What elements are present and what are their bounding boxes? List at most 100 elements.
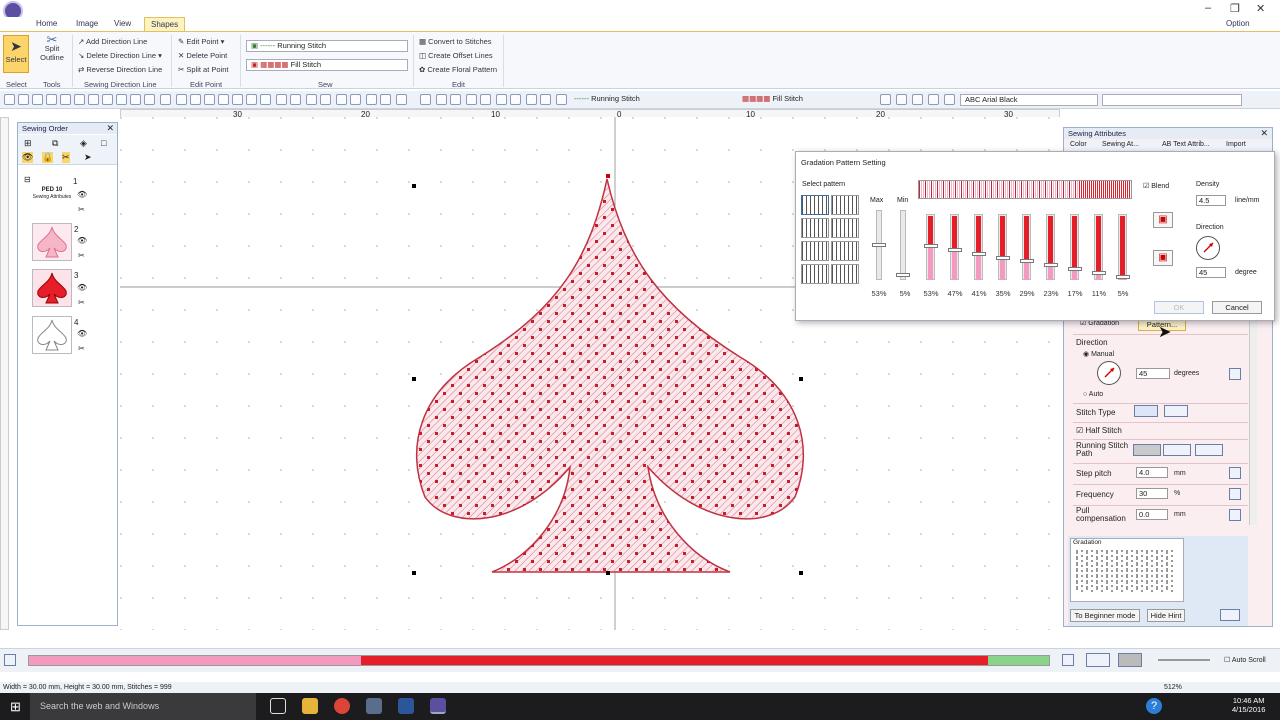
pull-compensation-apply-icon[interactable] bbox=[1229, 509, 1241, 521]
visibility-icon[interactable]: 👁 bbox=[77, 236, 87, 245]
toolbar-tool-icon-30[interactable] bbox=[436, 94, 447, 105]
toolbar-tool-icon-39[interactable] bbox=[880, 94, 891, 105]
pattern-option[interactable] bbox=[801, 195, 829, 215]
text-input[interactable] bbox=[1102, 94, 1242, 106]
level-knob[interactable] bbox=[972, 252, 986, 256]
embroidery-app-icon[interactable] bbox=[430, 698, 446, 714]
add-direction-line-button[interactable]: ↗ Add Direction Line bbox=[78, 37, 147, 46]
direction-apply-icon[interactable] bbox=[1229, 368, 1241, 380]
create-offset-lines-button[interactable]: ◫ Create Offset Lines bbox=[419, 51, 493, 60]
pattern-option[interactable] bbox=[831, 218, 859, 238]
timeline-end-icon[interactable] bbox=[1062, 654, 1074, 666]
cut-icon[interactable]: ✂ bbox=[78, 344, 85, 353]
step-pitch-input[interactable]: 4.0 bbox=[1136, 467, 1168, 478]
speed-slider[interactable] bbox=[1158, 659, 1210, 661]
level-knob[interactable] bbox=[1116, 275, 1130, 279]
lock-icon[interactable]: 🔒 bbox=[42, 152, 54, 163]
tab-text-attributes[interactable]: AB Text Attrib... bbox=[1162, 141, 1210, 148]
font-select[interactable]: ABC Arial Black bbox=[960, 94, 1098, 106]
toolbar-tool-icon-34[interactable] bbox=[496, 94, 507, 105]
pattern-option[interactable] bbox=[831, 195, 859, 215]
toolbar-tool-icon-6[interactable] bbox=[74, 94, 85, 105]
path-option-3-icon[interactable] bbox=[1195, 444, 1223, 456]
hint-settings-icon[interactable] bbox=[1220, 609, 1240, 621]
level-slider-3[interactable] bbox=[972, 214, 986, 280]
level-slider-9[interactable] bbox=[1116, 214, 1130, 280]
toolbar-tool-icon-42[interactable] bbox=[928, 94, 939, 105]
toolbar-tool-icon-18[interactable] bbox=[246, 94, 257, 105]
step-pitch-apply-icon[interactable] bbox=[1229, 467, 1241, 479]
visibility-icon[interactable]: 👁 bbox=[77, 190, 87, 199]
create-floral-pattern-button[interactable]: ✿ Create Floral Pattern bbox=[419, 65, 497, 74]
windows-start-icon[interactable]: ⊞ bbox=[10, 700, 23, 713]
pointer-icon[interactable]: ➤ bbox=[84, 152, 92, 163]
direction-dial[interactable] bbox=[1097, 361, 1121, 385]
toolbar-tool-icon-5[interactable] bbox=[60, 94, 71, 105]
sewing-item-4[interactable] bbox=[32, 316, 72, 354]
option-menu[interactable]: Option bbox=[1220, 17, 1256, 31]
toolbar-tool-icon-13[interactable] bbox=[176, 94, 187, 105]
eye-icon[interactable]: 👁 bbox=[22, 152, 34, 163]
frame-icon[interactable]: □ bbox=[101, 138, 106, 148]
dialog-direction-dial[interactable] bbox=[1196, 236, 1220, 260]
toolbar-tool-icon-27[interactable] bbox=[380, 94, 391, 105]
level-knob[interactable] bbox=[1044, 263, 1058, 267]
color-end-icon[interactable]: ▣ bbox=[1153, 250, 1173, 266]
pattern-option[interactable] bbox=[801, 264, 829, 284]
auto-radio[interactable]: ○ Auto bbox=[1083, 391, 1103, 398]
toolbar-tool-icon-28[interactable] bbox=[396, 94, 407, 105]
close-icon[interactable]: ✕ bbox=[1256, 2, 1265, 15]
running-stitch-select[interactable]: ▣ ------ Running Stitch bbox=[246, 40, 408, 52]
toolbar-tool-icon-37[interactable] bbox=[540, 94, 551, 105]
toolbar-tool-icon-21[interactable] bbox=[290, 94, 301, 105]
running-stitch-quick-select[interactable]: ------ Running Stitch bbox=[570, 94, 708, 106]
toolbar-tool-icon-22[interactable] bbox=[306, 94, 317, 105]
pattern-option[interactable] bbox=[831, 264, 859, 284]
cut-icon[interactable]: ✂ bbox=[78, 298, 85, 307]
fill-stitch-quick-select[interactable]: ▦▦▦▦ Fill Stitch bbox=[738, 94, 876, 106]
path-option-1-icon[interactable] bbox=[1133, 444, 1161, 456]
min-slider[interactable] bbox=[896, 210, 910, 280]
toolbar-tool-icon-25[interactable] bbox=[350, 94, 361, 105]
pattern-option[interactable] bbox=[801, 241, 829, 261]
stitch-type-parallel-icon[interactable] bbox=[1134, 405, 1158, 417]
toolbar-tool-icon-2[interactable] bbox=[18, 94, 29, 105]
toolbar-tool-icon-15[interactable] bbox=[204, 94, 215, 105]
level-slider-4[interactable] bbox=[996, 214, 1010, 280]
toolbar-tool-icon-8[interactable] bbox=[102, 94, 113, 105]
level-slider-1[interactable] bbox=[924, 214, 938, 280]
sewing-item-1[interactable]: PED 10 Sewing Attributes bbox=[32, 187, 72, 201]
tab-import[interactable]: Import bbox=[1226, 141, 1246, 148]
select-button[interactable]: ➤ Select bbox=[3, 35, 29, 73]
edit-point-button[interactable]: ✎ Edit Point ▾ bbox=[178, 37, 224, 46]
tab-home[interactable]: Home bbox=[30, 17, 63, 31]
frequency-apply-icon[interactable] bbox=[1229, 488, 1241, 500]
toolbar-tool-icon-9[interactable] bbox=[116, 94, 127, 105]
level-slider-7[interactable] bbox=[1068, 214, 1082, 280]
split-at-point-button[interactable]: ✂ Split at Point bbox=[178, 65, 228, 74]
frequency-input[interactable]: 30 bbox=[1136, 488, 1168, 499]
hide-hint-button[interactable]: Hide Hint bbox=[1147, 609, 1185, 622]
level-knob[interactable] bbox=[1092, 271, 1106, 275]
stop-icon[interactable] bbox=[1118, 653, 1142, 667]
toolbar-tool-icon-17[interactable] bbox=[232, 94, 243, 105]
toolbar-tool-icon-41[interactable] bbox=[912, 94, 923, 105]
level-slider-2[interactable] bbox=[948, 214, 962, 280]
max-slider[interactable] bbox=[872, 210, 886, 280]
split-outline-button[interactable]: ✂ Split Outline bbox=[36, 33, 68, 62]
toolbar-tool-icon-14[interactable] bbox=[190, 94, 201, 105]
level-knob[interactable] bbox=[1068, 267, 1082, 271]
toolbar-tool-icon-35[interactable] bbox=[510, 94, 521, 105]
sewing-item-3[interactable] bbox=[32, 269, 72, 307]
dialog-direction-input[interactable]: 45 bbox=[1196, 267, 1226, 278]
help-icon[interactable]: ? bbox=[1146, 698, 1162, 714]
tab-shapes[interactable]: Shapes bbox=[144, 17, 186, 31]
toolbar-tool-icon-19[interactable] bbox=[260, 94, 271, 105]
toolbar-tool-icon-33[interactable] bbox=[480, 94, 491, 105]
pull-compensation-input[interactable]: 0.0 bbox=[1136, 509, 1168, 520]
tab-sewing-attributes[interactable]: Sewing At... bbox=[1102, 141, 1139, 148]
close-panel-icon[interactable]: ✕ bbox=[106, 123, 114, 134]
level-knob[interactable] bbox=[1020, 259, 1034, 263]
layout-icon[interactable]: ⧉ bbox=[52, 138, 58, 149]
sewing-item-2[interactable] bbox=[32, 223, 72, 261]
